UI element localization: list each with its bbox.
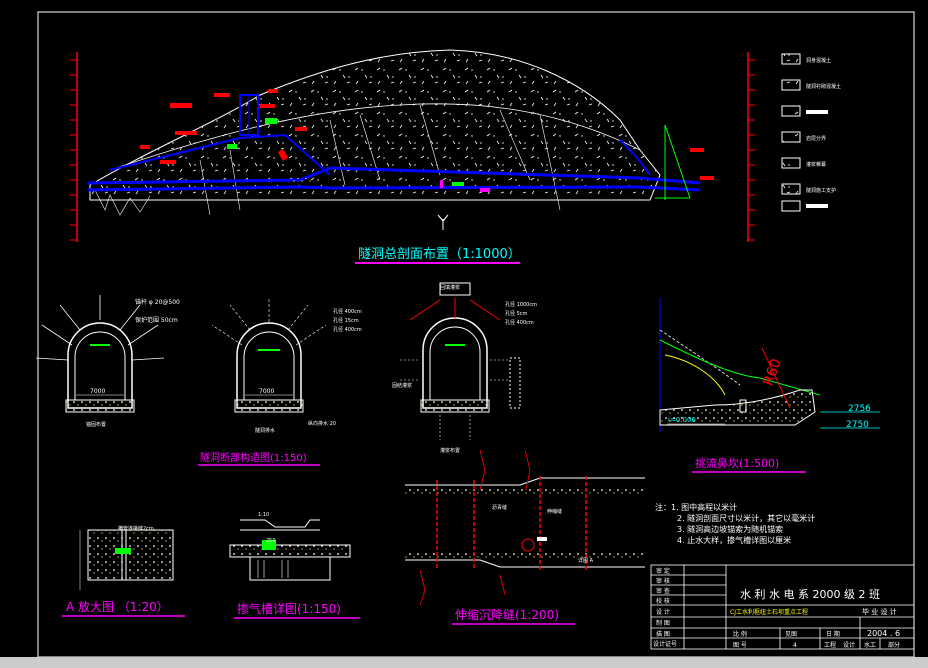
- tb-label-6: 制 图: [656, 619, 670, 627]
- tb-label-3: 审 查: [656, 587, 670, 595]
- cad-drawing: 隧洞总剖面布置（1:1000） 洞身混凝土 隧洞衬砌混凝土 岩层分界 灌浆帷幕 …: [0, 11, 928, 668]
- title-block-text: 审 定 审 核 审 查 校 核 设 计 制 图 描 图 设计证号 水 利 水 电…: [653, 567, 900, 649]
- notes: 注：1. 图中高程以米计 2. 隧洞剖面尺寸以米计，其它以毫米计 3. 隧洞高边…: [655, 502, 815, 545]
- tb-r2-f: 部分: [888, 641, 900, 649]
- flip-bucket-title: 挑流鼻坎(1:500): [695, 456, 779, 470]
- s3-top-label: 回填灌浆: [440, 284, 460, 291]
- flip-radius: R60: [760, 357, 784, 388]
- main-profile-title: 隧洞总剖面布置（1:1000）: [358, 246, 521, 262]
- note-4: 4. 止水大样，掺气槽详图以厘米: [677, 535, 791, 545]
- detail-a-note: 横管连接缝2cm: [118, 525, 154, 532]
- tunnel-section-1: 7000 锚固布置 锚杆 φ 20@500 保护范围 50cm: [35, 295, 180, 428]
- joint-label-3: 详图 A: [578, 557, 594, 564]
- s3-bottom-label: 灌浆布置: [440, 447, 460, 454]
- legend-item-2: 隧洞衬砌混凝土: [806, 83, 841, 90]
- aeration-slot-title: 掺气槽详图(1:150): [237, 601, 341, 616]
- tb-label-7: 描 图: [656, 630, 670, 638]
- tb-date: 2004 . 6: [867, 629, 900, 638]
- detail-a: 横管连接缝2cm: [79, 525, 174, 590]
- tb-label-5: 设 计: [656, 608, 670, 616]
- tb-r2-e: 水工: [864, 641, 876, 649]
- s2-bottom-label: 隧洞排水: [255, 427, 275, 434]
- tb-r1-a: 比 例: [733, 630, 747, 638]
- tunnel-section-2: 7000 隧洞排水 纵向排水 20 孔径 400cm 孔径 15cm 孔径 40…: [211, 298, 362, 434]
- tb-phase: 毕 业 设 计: [862, 607, 897, 616]
- s3-note-2: 孔径 5cm: [505, 310, 528, 317]
- tb-label-4: 校 核: [656, 597, 670, 605]
- note-1: 注：1. 图中高程以米计: [655, 502, 737, 512]
- aeration-slot: 1:10 250: [229, 512, 351, 581]
- legend-item-5: 岩层分界: [806, 135, 826, 142]
- s3-note-1: 孔径 1000cm: [505, 301, 537, 308]
- legend-item-7: 隧洞施工支护: [806, 187, 836, 194]
- detail-a-title: A 放大图 （1:20）: [66, 599, 169, 614]
- s2-note-1: 孔径 400cm: [333, 308, 362, 315]
- s3-left-label: 固结灌浆: [392, 382, 412, 389]
- expansion-joint-title: 伸缩沉降缝(1:200): [455, 607, 559, 622]
- tb-r2-d: 设计: [843, 641, 855, 649]
- tb-r1-b: 见图: [785, 631, 797, 638]
- joint-label-1: 沥青缝: [492, 504, 507, 511]
- tunnel-section-title: 隧洞断部构造图(1:150): [200, 451, 307, 464]
- s1-support-label: 保护范围 50cm: [135, 316, 178, 324]
- tb-label-2: 审 核: [656, 577, 670, 585]
- s1-bolt-label: 锚杆 φ 20@500: [135, 298, 180, 306]
- tb-label-1: 审 定: [656, 567, 670, 575]
- flip-bucket: R60 i=0.006 2756 2750: [659, 298, 880, 432]
- tb-project: CJ工水利枢纽土石坝重点工程: [730, 608, 808, 616]
- status-strip: [0, 657, 928, 668]
- slot-ratio: 1:10: [258, 512, 269, 518]
- s1-width: 7000: [90, 388, 105, 395]
- flip-slope: i=0.006: [668, 416, 696, 424]
- tb-label-8: 设计证号: [653, 640, 677, 648]
- joint-label-2: 伸缩缝: [547, 508, 562, 515]
- tb-r1-c: 日 期: [826, 630, 840, 638]
- slot-width: 250: [266, 538, 276, 544]
- s2-note-2: 孔径 15cm: [333, 317, 359, 324]
- note-3: 3. 隧洞高边坡锚索为随机锚索: [677, 524, 783, 534]
- flip-elev-1: 2756: [848, 404, 871, 414]
- tb-r2-b: 4: [793, 642, 797, 649]
- tb-r2-c: 工程: [824, 641, 836, 649]
- note-2: 2. 隧洞剖面尺寸以米计，其它以毫米计: [677, 513, 815, 523]
- legend: 洞身混凝土 隧洞衬砌混凝土 岩层分界 灌浆帷幕 隧洞施工支护: [781, 53, 841, 212]
- s3-note-3: 孔径 400cm: [505, 319, 534, 326]
- tb-r2-a: 图 号: [733, 642, 747, 649]
- flip-elev-2: 2750: [846, 420, 869, 430]
- expansion-joint: 沥青缝 伸缩缝 详图 A: [405, 449, 645, 606]
- s1-bottom-label: 锚固布置: [86, 421, 106, 428]
- s2-drain-label: 纵向排水 20: [308, 420, 336, 427]
- main-profile: [70, 49, 755, 242]
- s2-note-3: 孔径 400cm: [333, 326, 362, 333]
- legend-item-6: 灌浆帷幕: [806, 161, 826, 168]
- tunnel-section-3: 回填灌浆 固结灌浆 灌浆布置 孔径 1000cm 孔径 5cm 孔径 400cm: [392, 282, 537, 454]
- legend-item-1: 洞身混凝土: [806, 57, 831, 64]
- tb-school: 水 利 水 电 系 2000 级 2 班: [740, 588, 880, 601]
- s2-width: 7000: [259, 388, 274, 395]
